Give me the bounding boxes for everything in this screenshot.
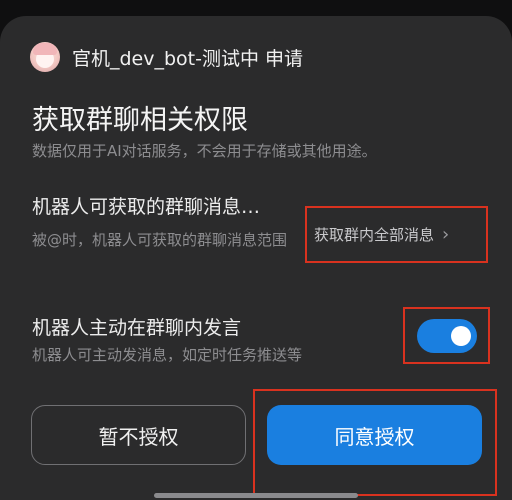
group-messages-scope-selector[interactable]: 获取群内全部消息 › (305, 206, 488, 263)
app-title: 官机_dev_bot-测试中 申请 (72, 47, 304, 70)
permission-subtitle: 数据仅用于AI对话服务，不会用于存储或其他用途。 (32, 142, 377, 160)
agree-button[interactable]: 同意授权 (267, 405, 482, 465)
group-messages-title: 机器人可获取的群聊消息… (32, 196, 261, 218)
deny-button[interactable]: 暂不授权 (31, 405, 246, 465)
group-messages-scope-value: 获取群内全部消息 (314, 226, 435, 244)
home-indicator[interactable] (154, 493, 358, 498)
proactive-speaking-toggle[interactable] (416, 318, 477, 353)
toggle-highlight-frame (403, 307, 490, 364)
chevron-right-icon: › (442, 224, 450, 245)
app-header: 官机_dev_bot-测试中 申请 (30, 42, 303, 72)
permission-title: 获取群聊相关权限 (32, 105, 248, 136)
proactive-speaking-description: 机器人可主动发消息，如定时任务推送等 (32, 346, 303, 364)
group-messages-description: 被@时，机器人可获取的群聊消息范围 (32, 231, 288, 249)
toggle-knob (450, 325, 471, 346)
proactive-speaking-title: 机器人主动在群聊内发言 (32, 317, 242, 339)
permission-sheet: 官机_dev_bot-测试中 申请 获取群聊相关权限 数据仅用于AI对话服务，不… (0, 16, 512, 500)
avatar-icon (30, 42, 60, 72)
